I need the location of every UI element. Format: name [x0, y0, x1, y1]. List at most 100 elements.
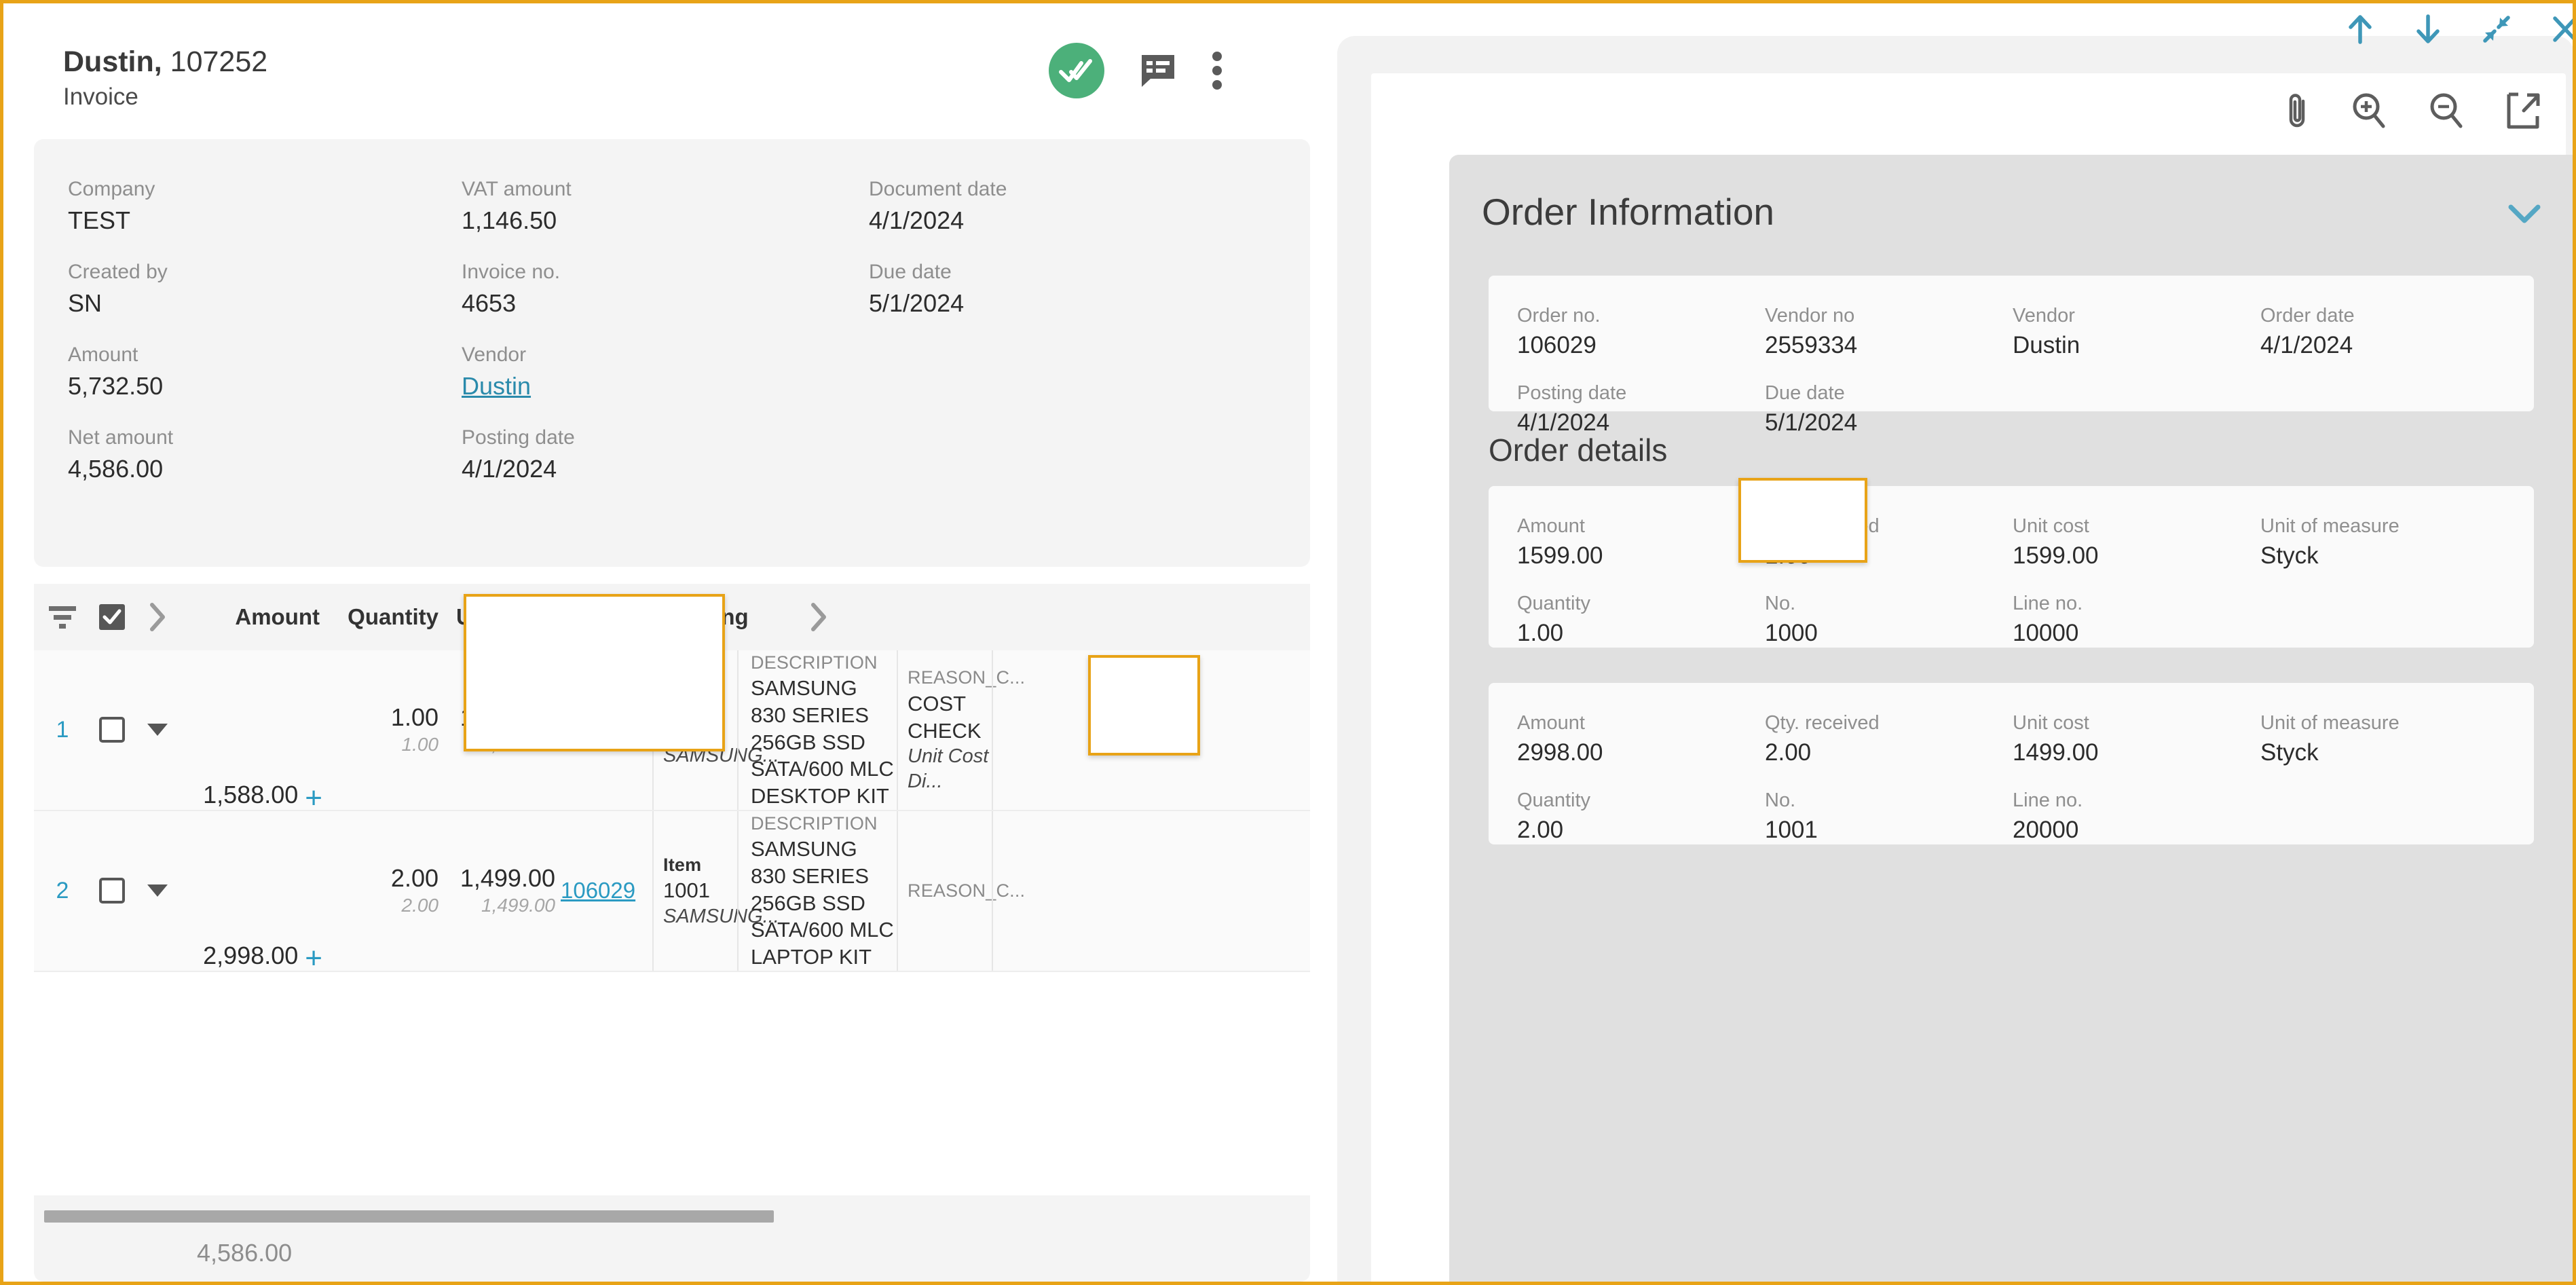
column-header-quantity[interactable]: Quantity [328, 604, 447, 630]
filter-icon[interactable] [34, 603, 91, 631]
field-value: 2.00 [1517, 816, 1564, 843]
app-window: Dustin, 107252 Invoice Company TEST Crea… [0, 0, 2576, 1285]
column-header-order-no[interactable]: Order no. [527, 604, 652, 630]
expand-all-icon[interactable] [133, 602, 182, 632]
metadata-field: Due date 5/1/2024 [869, 257, 1263, 320]
field-value: 1001 [1765, 816, 1818, 843]
detail-field: Unit of measure Styck [2260, 512, 2508, 572]
attachment-icon[interactable] [2285, 91, 2309, 130]
chevron-down-icon[interactable] [2508, 204, 2541, 224]
detail-field-unit-cost: Unit cost 1599.00 [2013, 512, 2260, 572]
order-detail-line-1: Amount 1599.00 Qty. received 1.00 Unit c… [1489, 478, 2534, 649]
metadata-field: Document date 4/1/2024 [869, 174, 1263, 237]
close-icon[interactable] [2550, 14, 2573, 45]
document-header: Dustin, 107252 Invoice [3, 3, 1310, 139]
detail-field: Quantity 1.00 [1517, 589, 1765, 649]
reason-value: COST CHECK [908, 691, 982, 743]
field-value: Styck [2260, 542, 2319, 570]
field-value: 1599.00 [2013, 542, 2099, 570]
metadata-column-1: Company TEST Created by SN Amount 5,732.… [68, 174, 462, 506]
document-viewer: Order Information Order no. 106029 Vendo… [1371, 73, 2573, 1282]
table-row[interactable]: 1 1,588.00 + 1.00 1.00 1,588.00 1,599.00… [34, 650, 1310, 813]
info-field: Vendor no 2559334 [1765, 301, 2013, 361]
amount-value: 1,588.00 [203, 780, 299, 808]
item-label: Item [663, 854, 702, 875]
cell-reason-code: REASON_C... [897, 811, 1025, 971]
collapse-icon[interactable] [2481, 14, 2512, 45]
field-label: Due date [869, 261, 952, 284]
metadata-field: Posting date 4/1/2024 [462, 423, 855, 485]
select-all-checkbox[interactable] [91, 603, 133, 631]
comments-button[interactable] [1140, 53, 1176, 88]
column-header-coding[interactable]: Coding [652, 604, 795, 630]
approve-button[interactable] [1049, 43, 1104, 98]
detail-row: Quantity 1.00 No. 1000 Line no. 10000 [1517, 589, 2508, 649]
detail-field: Amount 1599.00 [1517, 512, 1765, 572]
row-dropdown-icon[interactable] [133, 811, 182, 971]
column-header-unit-cost[interactable]: Unit cost [447, 604, 552, 630]
field-value: SN [68, 288, 102, 317]
cell-quantity: 1.00 1.00 [328, 650, 447, 810]
cell-quantity: 2.00 2.00 [328, 811, 447, 971]
viewer-toolbar [2285, 91, 2540, 130]
field-value: 2.00 [1765, 739, 1812, 766]
open-external-icon[interactable] [2506, 92, 2540, 130]
quantity-sub-value: 1.00 [401, 734, 439, 756]
quantity-value: 2.00 [390, 864, 438, 893]
add-coding-icon[interactable]: + [305, 944, 322, 973]
zoom-in-icon[interactable] [2351, 92, 2387, 130]
field-label: Net amount [68, 426, 174, 449]
metadata-field: Company TEST [68, 174, 462, 237]
cell-unit-cost: 1,499.00 1,499.00 [447, 811, 561, 971]
metadata-field: Invoice no. 4653 [462, 257, 855, 320]
detail-field: No. 1001 [1765, 786, 2013, 846]
field-label: Qty. received [1765, 515, 1880, 537]
field-label: Quantity [1517, 789, 1590, 811]
detail-row: Amount 2998.00 Qty. received 2.00 Unit c… [1517, 709, 2508, 768]
row-checkbox[interactable] [91, 650, 133, 810]
detail-field: Quantity 2.00 [1517, 786, 1765, 846]
field-value: 1499.00 [2013, 739, 2099, 766]
column-header-amount[interactable]: Amount [182, 604, 328, 630]
more-columns-icon[interactable] [795, 602, 842, 632]
field-label: Invoice no. [462, 261, 561, 284]
table-header-row: Amount Quantity Unit cost Order no. Codi… [34, 584, 1310, 650]
field-label: Line no. [2013, 789, 2083, 811]
cell-spacer [992, 650, 1310, 810]
cell-order-no: 106029 [561, 811, 652, 971]
horizontal-scrollbar-thumb[interactable] [44, 1210, 774, 1223]
row-dropdown-icon[interactable] [133, 650, 182, 810]
unit-cost-value: 1,499.00 [460, 864, 555, 893]
field-label: Order no. [1517, 305, 1601, 327]
order-no-link[interactable]: 106029 [561, 717, 635, 743]
detail-field-empty [2260, 786, 2508, 846]
more-options-button[interactable] [1212, 52, 1222, 90]
cell-amount: 2,998.00 + [182, 811, 328, 973]
order-information-card: Order Information Order no. 106029 Vendo… [1449, 155, 2573, 1282]
field-value: 4,586.00 [68, 454, 164, 483]
field-value: 10000 [2013, 619, 2079, 646]
field-label: Unit of measure [2260, 515, 2400, 537]
cell-spacer [992, 811, 1310, 971]
field-value: 4653 [462, 288, 517, 317]
add-coding-icon[interactable]: + [305, 783, 322, 813]
order-no-link[interactable]: 106029 [561, 878, 635, 904]
invoice-metadata: Company TEST Created by SN Amount 5,732.… [34, 139, 1310, 567]
table-row[interactable]: 2 2,998.00 + 2.00 2.00 1,499.00 1,499.00… [34, 811, 1310, 973]
detail-grid: Amount 2998.00 Qty. received 2.00 Unit c… [1517, 709, 2508, 863]
field-value: 5/1/2024 [869, 288, 965, 317]
info-field-empty [2013, 379, 2260, 439]
vendor-link[interactable]: Dustin [462, 370, 855, 403]
row-checkbox[interactable] [91, 811, 133, 971]
item-value: 1001 [663, 878, 710, 903]
detail-field: Qty. received 2.00 [1765, 709, 2013, 768]
item-value: 1000 [663, 718, 710, 742]
info-row: Order no. 106029 Vendor no 2559334 Vendo… [1517, 301, 2508, 361]
move-up-icon[interactable] [2345, 14, 2375, 45]
unit-cost-sub-value: 1,499.00 [481, 894, 555, 916]
detail-row: Quantity 2.00 No. 1001 Line no. 20000 [1517, 786, 2508, 846]
move-down-icon[interactable] [2413, 14, 2443, 45]
field-label: Quantity [1517, 592, 1590, 614]
reason-sub-value: Unit Cost Di... [908, 745, 989, 793]
zoom-out-icon[interactable] [2429, 92, 2464, 130]
